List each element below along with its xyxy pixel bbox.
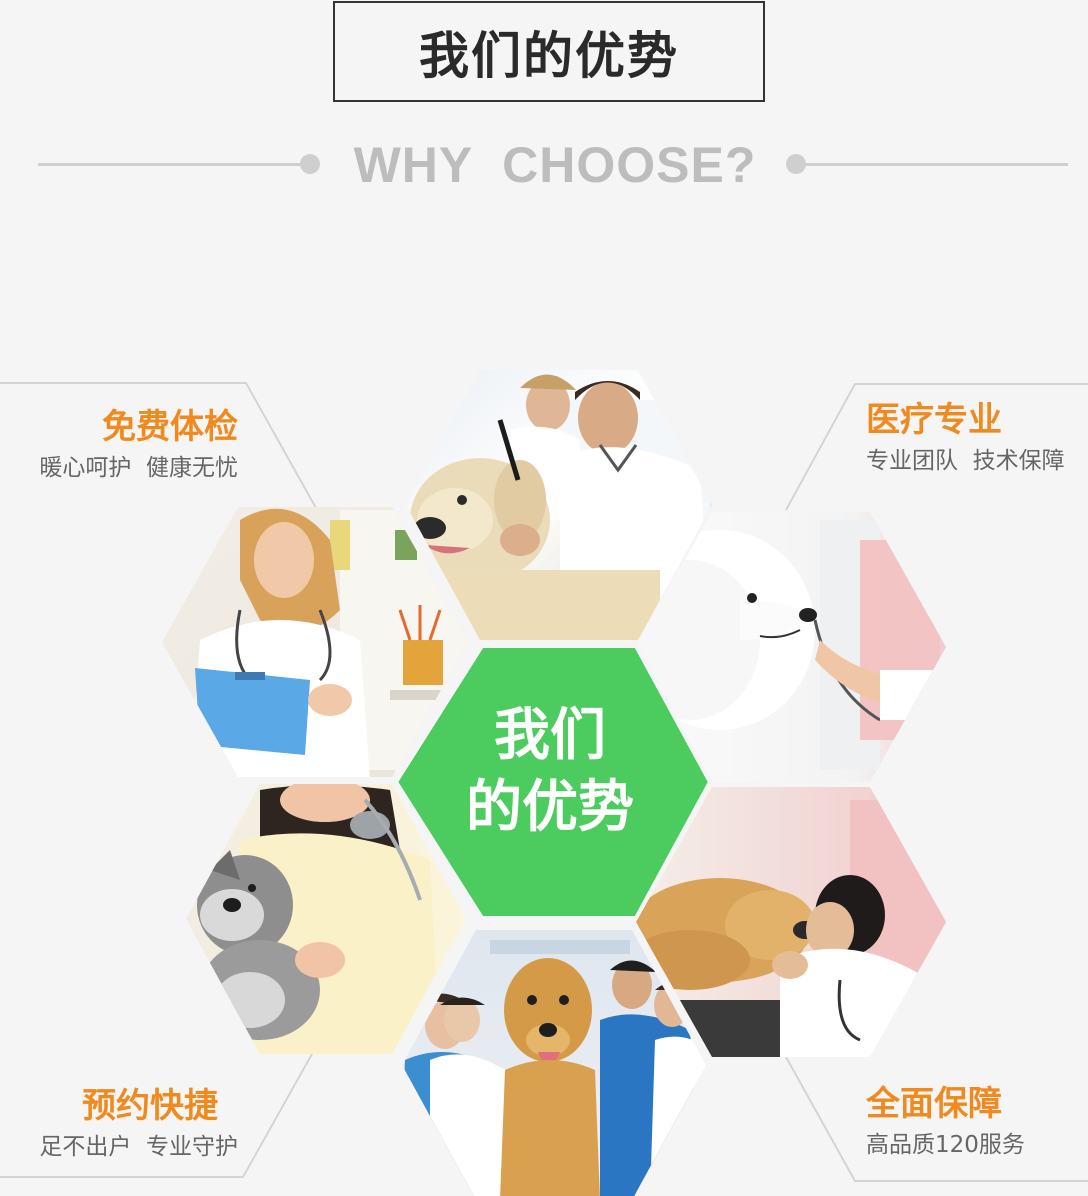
- feature-free-checkup: 免费体检 暖心呵护 健康无忧: [0, 407, 238, 483]
- feature-full-guarantee: 全面保障 高品质120服务: [866, 1084, 1088, 1160]
- feature-free-checkup-subtitle: 暖心呵护 健康无忧: [39, 455, 238, 481]
- feature-professional-medical-subtitle: 专业团队 技术保障: [866, 448, 1065, 474]
- feature-quick-booking-subtitle: 足不出户 专业守护: [39, 1134, 238, 1160]
- center-label-line-1: 我们: [494, 703, 606, 768]
- hexagon-composition: [0, 370, 1088, 1196]
- center-label-line-2: 的优势: [466, 775, 634, 840]
- feature-quick-booking-title: 预约快捷: [82, 1086, 218, 1126]
- feature-professional-medical-title: 医疗专业: [866, 400, 1002, 440]
- feature-full-guarantee-title: 全面保障: [866, 1084, 1002, 1124]
- center-hexagon-label: 我们 的优势: [430, 700, 670, 844]
- feature-quick-booking: 预约快捷 足不出户 专业守护: [10, 1086, 238, 1162]
- feature-full-guarantee-subtitle: 高品质120服务: [866, 1132, 1025, 1158]
- feature-professional-medical: 医疗专业 专业团队 技术保障: [866, 400, 1088, 476]
- feature-free-checkup-title: 免费体检: [102, 407, 238, 447]
